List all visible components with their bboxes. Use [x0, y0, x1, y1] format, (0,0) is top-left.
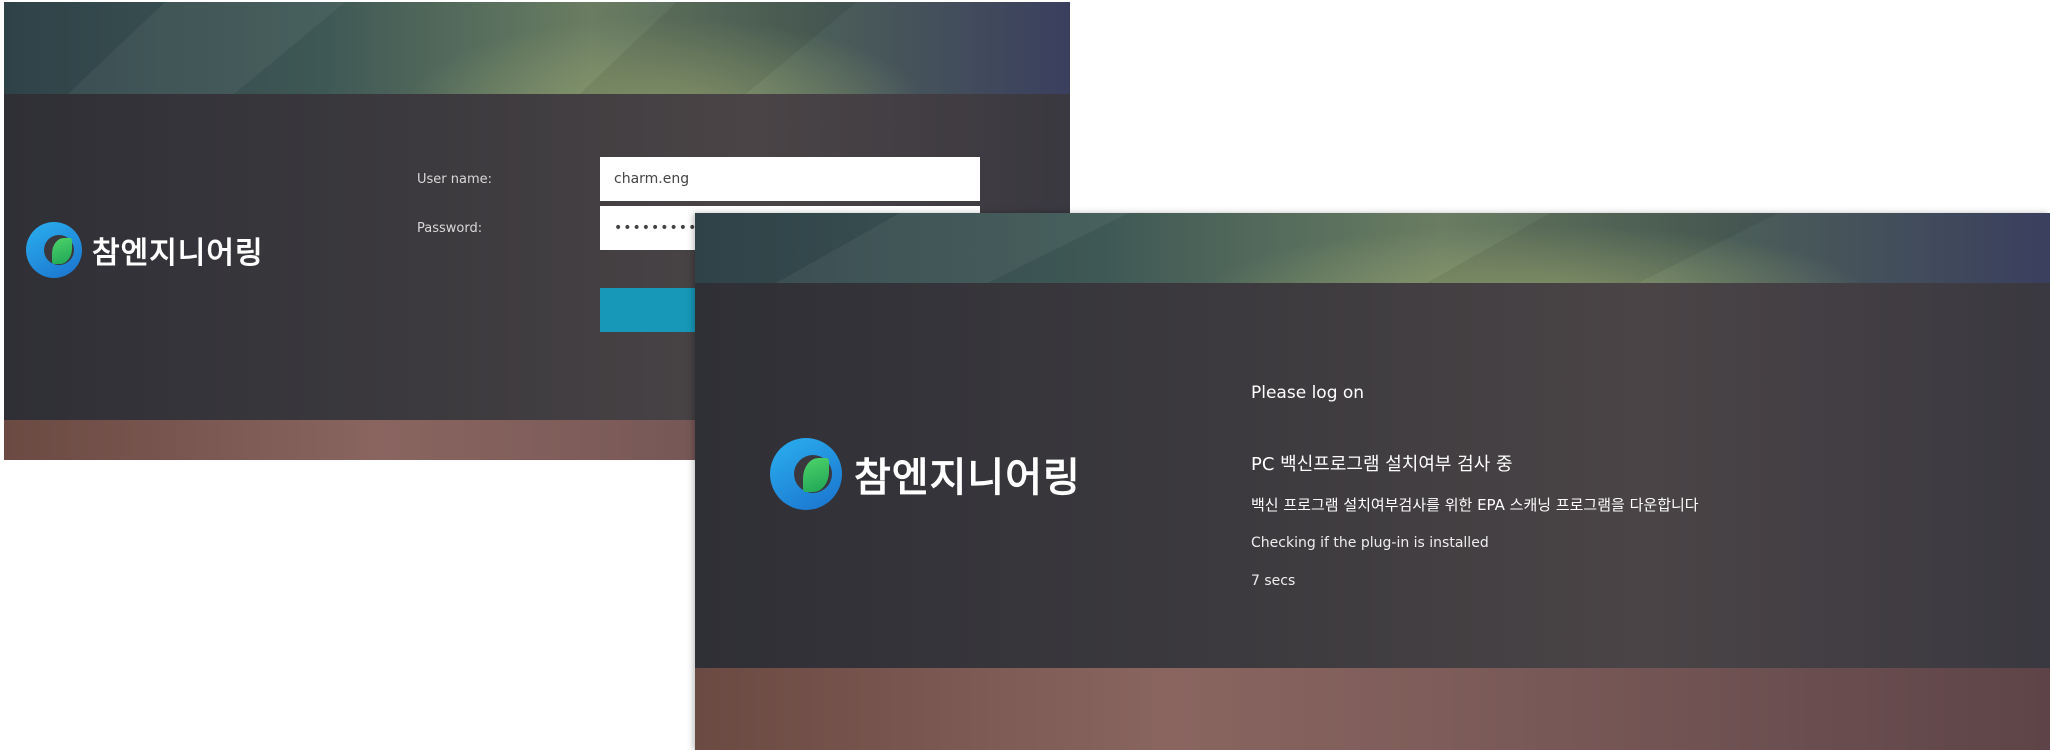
header-background [4, 2, 1070, 94]
header-background [695, 213, 2050, 283]
page-title: Please log on [1251, 383, 1365, 403]
scan-subheading: 백신 프로그램 설치여부검사를 위한 EPA 스캐닝 프로그램을 다운합니다 [1251, 496, 1699, 514]
username-label: User name: [417, 172, 493, 187]
logo-c-icon [26, 222, 82, 278]
scan-heading: PC 백신프로그램 설치여부 검사 중 [1251, 454, 1513, 475]
password-label: Password: [417, 221, 483, 236]
elapsed-time: 7 secs [1251, 573, 1296, 589]
footer-background [695, 668, 2050, 750]
company-logo: 참엔지니어링 [770, 438, 1081, 510]
company-logo: 참엔지니어링 [26, 222, 264, 278]
username-input[interactable] [600, 157, 980, 201]
brand-name: 참엔지니어링 [92, 236, 264, 271]
status-text: Checking if the plug-in is installed [1251, 535, 1489, 551]
brand-name: 참엔지니어링 [854, 455, 1081, 501]
scan-screenshot: 참엔지니어링 Please log on PC 백신프로그램 설치여부 검사 중… [695, 213, 2050, 750]
logo-c-icon [770, 438, 842, 510]
